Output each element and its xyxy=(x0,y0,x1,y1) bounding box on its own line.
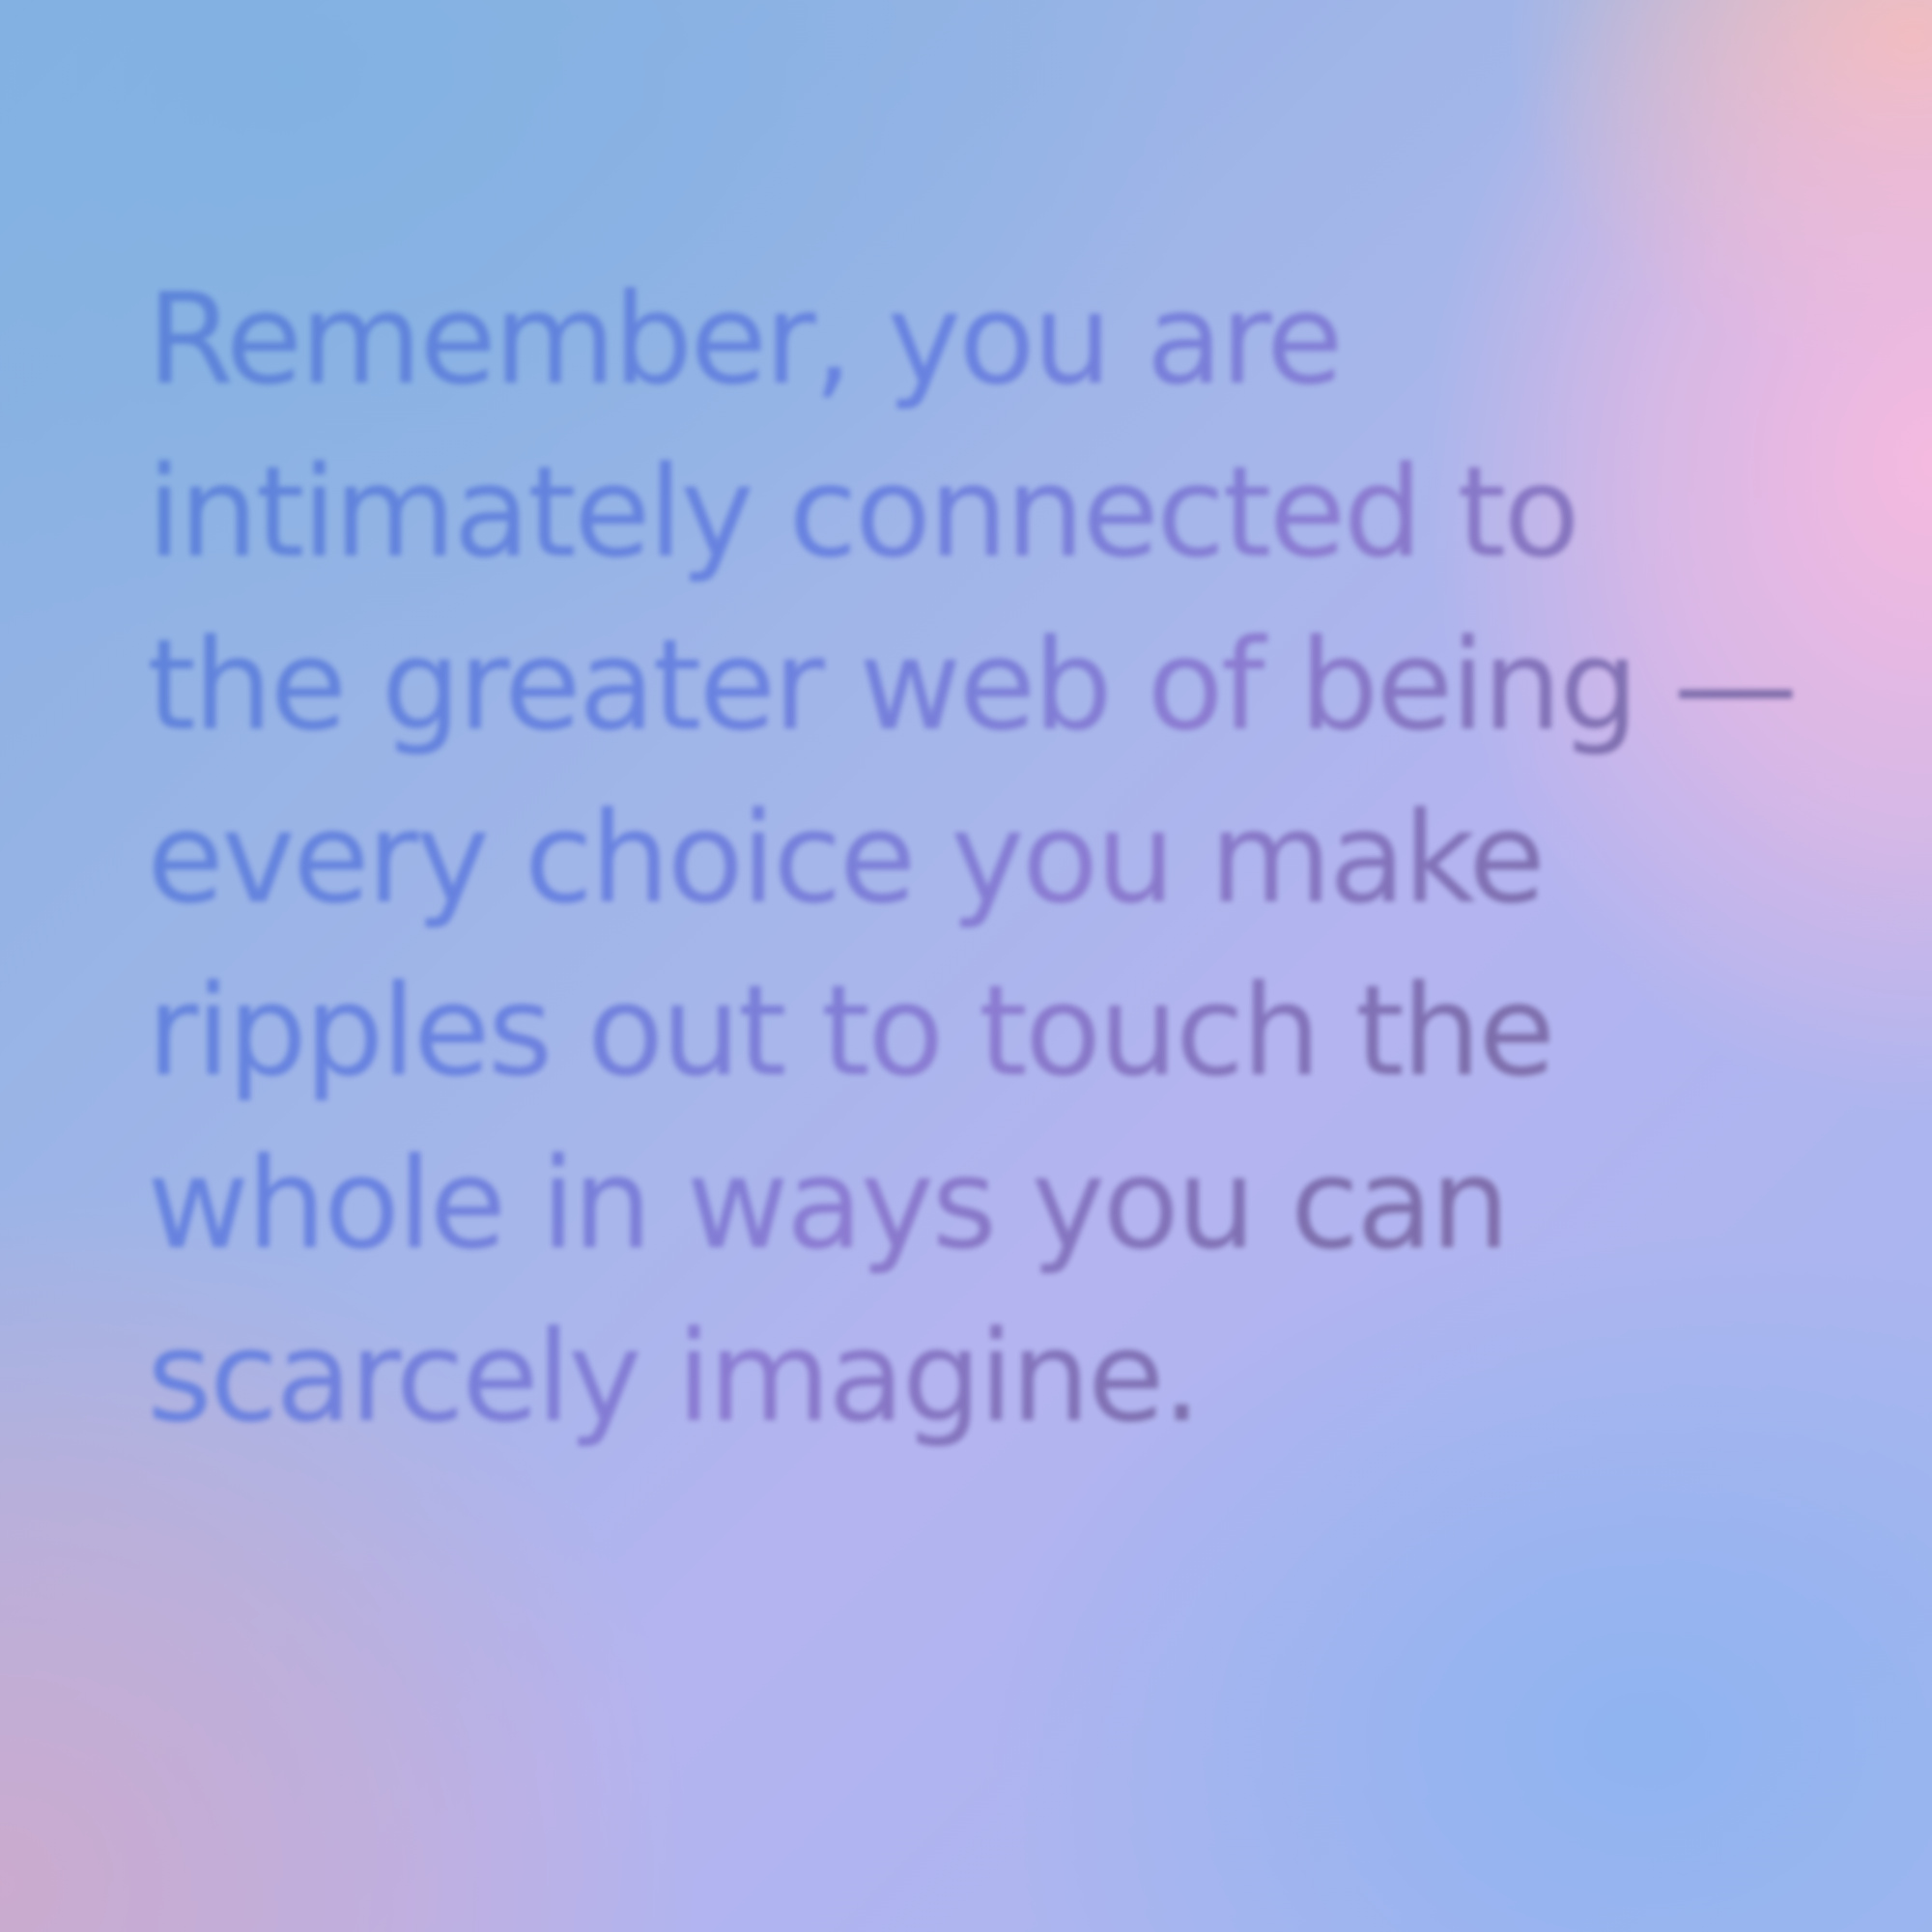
quote-text: Remember, you are intimately connected t… xyxy=(147,253,1808,1463)
